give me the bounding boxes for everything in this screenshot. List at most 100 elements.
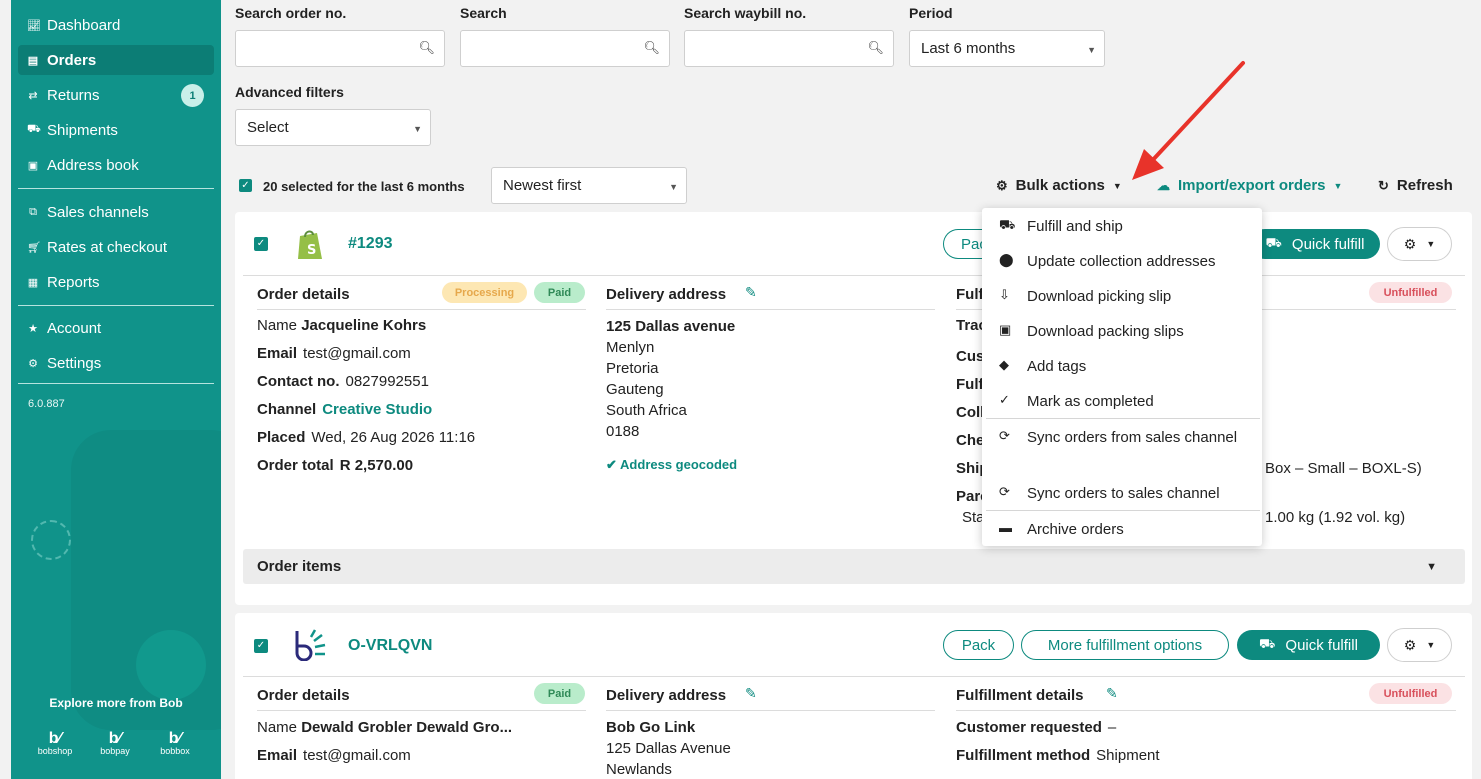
- order-settings-button[interactable]: ⚙ ▼: [1387, 628, 1452, 662]
- order-number[interactable]: #1293: [348, 235, 393, 253]
- period-value: Last 6 months: [921, 40, 1016, 57]
- field-label: Channel: [257, 401, 317, 418]
- fulfillment-details-heading: Fulf: [956, 286, 984, 303]
- fulfillment-field-label: Fulf: [956, 376, 984, 393]
- order-search-input[interactable]: 🔍︎: [235, 30, 445, 67]
- bulk-actions-button[interactable]: ⚙ Bulk actions ▼: [996, 177, 1122, 194]
- brand-label: bobpay: [100, 746, 130, 756]
- menu-item-label: Fulfill and ship: [1027, 218, 1123, 235]
- brand-links: b⁄ bobshop b⁄ bobpay b⁄ bobbox: [35, 731, 195, 757]
- order-checkbox[interactable]: ✓: [254, 639, 268, 653]
- order-settings-button[interactable]: ⚙ ▼: [1387, 227, 1452, 261]
- returns-count-badge: 1: [181, 84, 204, 107]
- sidebar-item-label: Returns: [47, 86, 100, 104]
- pack-button[interactable]: Pack: [943, 630, 1014, 660]
- bulk-actions-label: Bulk actions: [1015, 177, 1105, 194]
- advanced-filters-label: Advanced filters: [235, 84, 344, 100]
- quick-fulfill-button[interactable]: ⛟ Quick fulfill: [1250, 229, 1380, 259]
- menu-item-label: Mark as completed: [1027, 393, 1154, 410]
- address-line: Menlyn: [606, 339, 655, 356]
- sidebar-item-returns[interactable]: ⇄ Returns 1: [18, 80, 214, 110]
- bobpay-link[interactable]: b⁄ bobpay: [95, 731, 135, 757]
- order-total-row: Order total R 2,570.00: [257, 457, 419, 474]
- sidebar-item-label: Account: [47, 319, 102, 337]
- fulfillment-field-label: Cus: [956, 348, 985, 365]
- sidebar-item-label: Sales channels: [47, 203, 149, 221]
- order-number[interactable]: O-VRLQVN: [348, 637, 432, 655]
- geocoded-label: Address geocoded: [620, 457, 738, 472]
- caret-down-icon: ▼: [413, 124, 422, 134]
- menu-item-sync-from-sales-channel[interactable]: ⟳ Sync orders from sales channel: [982, 427, 1262, 448]
- sidebar-item-address-book[interactable]: ▣ Address book: [18, 150, 214, 180]
- more-fulfillment-options-button[interactable]: More fulfillment options: [1021, 630, 1229, 660]
- sidebar-item-orders[interactable]: ▤ Orders: [18, 45, 214, 75]
- customer-name-row: Name Dewald Grobler Dewald Gro...: [257, 719, 518, 736]
- sort-select[interactable]: Newest first ▼: [491, 167, 687, 204]
- order-search-label: Search order no.: [235, 5, 347, 21]
- edit-pencil-icon[interactable]: ✎: [745, 284, 757, 301]
- download-file-icon: ⇩: [999, 287, 1010, 302]
- field-label: Contact no.: [257, 373, 340, 390]
- customer-requested-value: –: [1107, 719, 1117, 736]
- channel-row: Channel Creative Studio: [257, 401, 432, 418]
- email-value: test@gmail.com: [303, 747, 411, 764]
- caret-down-icon: ▼: [1333, 180, 1343, 191]
- menu-item-update-collection-addresses[interactable]: ⬤ Update collection addresses: [982, 251, 1262, 272]
- menu-item-archive-orders[interactable]: ▬ Archive orders: [982, 519, 1262, 540]
- select-all-checkbox[interactable]: ✓: [239, 179, 252, 192]
- field-label: Order total: [257, 457, 334, 474]
- quick-fulfill-label: Quick fulfill: [1291, 235, 1365, 253]
- order-checkbox[interactable]: ✓: [254, 237, 268, 251]
- menu-item-download-packing-slips[interactable]: ▣ Download packing slips: [982, 321, 1262, 342]
- quick-fulfill-button[interactable]: ⛟ Quick fulfill: [1237, 630, 1380, 660]
- annotation-arrow-icon: [1132, 61, 1245, 180]
- menu-item-label: Download picking slip: [1027, 288, 1172, 305]
- menu-item-label: Archive orders: [1027, 521, 1124, 538]
- sidebar-item-settings[interactable]: ⚙ Settings: [18, 348, 214, 378]
- refresh-button[interactable]: ↻ Refresh: [1378, 177, 1453, 194]
- sidebar-item-shipments[interactable]: ⛟ Shipments: [18, 115, 214, 145]
- menu-item-label: Download packing slips: [1027, 323, 1184, 340]
- app-version: 6.0.887: [28, 398, 65, 410]
- sidebar-item-sales-channels[interactable]: ⧉ Sales channels: [18, 197, 214, 227]
- parcel-box-value: Box – Small – BOXL-S): [1265, 460, 1422, 477]
- field-label: Email: [257, 345, 298, 362]
- address-line: Bob Go Link: [606, 719, 696, 736]
- waybill-search-input[interactable]: 🔍︎: [684, 30, 894, 67]
- sidebar-item-label: Shipments: [47, 121, 118, 139]
- channel-link[interactable]: Creative Studio: [322, 401, 432, 418]
- sidebar-decoration: [31, 520, 71, 560]
- menu-item-sync-to-sales-channel[interactable]: ⟳ Sync orders to sales channel: [982, 483, 1262, 504]
- menu-item-add-tags[interactable]: ◆ Add tags: [982, 356, 1262, 377]
- edit-pencil-icon[interactable]: ✎: [745, 685, 757, 702]
- sync-icon: ⟳: [999, 428, 1010, 443]
- bobbox-link[interactable]: b⁄ bobbox: [155, 731, 195, 757]
- sidebar-item-reports[interactable]: ▦ Reports: [18, 267, 214, 297]
- search-input[interactable]: 🔍︎: [460, 30, 670, 67]
- status-badge-unfulfilled: Unfulfilled: [1369, 282, 1452, 303]
- menu-item-label: Add tags: [1027, 358, 1087, 375]
- order-card: ✓ O-VRLQVN Pack More fulfillment options…: [235, 613, 1472, 779]
- edit-pencil-icon[interactable]: ✎: [1106, 685, 1118, 702]
- order-items-toggle[interactable]: Order items ▼: [243, 549, 1465, 584]
- explore-heading: Explore more from Bob: [49, 696, 183, 710]
- menu-divider: [986, 418, 1260, 419]
- bobshop-link[interactable]: b⁄ bobshop: [35, 731, 75, 757]
- order-details-heading: Order details: [257, 687, 350, 704]
- search-label: Search: [460, 5, 507, 21]
- report-icon: ▦: [27, 276, 39, 289]
- sidebar-item-account[interactable]: ★ Account: [18, 313, 214, 343]
- advanced-filters-select[interactable]: Select ▼: [235, 109, 431, 146]
- pack-button[interactable]: Pac: [943, 229, 987, 259]
- fulfillment-field-label: Che: [956, 432, 985, 449]
- email-row: Email test@gmail.com: [257, 345, 411, 362]
- sidebar-item-rates-at-checkout[interactable]: 🛒︎ Rates at checkout: [18, 232, 214, 262]
- caret-down-icon: ▼: [1087, 45, 1096, 55]
- delivery-address: Bob Go Link 125 Dallas Avenue Newlands: [606, 717, 731, 779]
- menu-item-fulfill-and-ship[interactable]: ⛟ Fulfill and ship: [982, 216, 1262, 237]
- period-select[interactable]: Last 6 months ▼: [909, 30, 1105, 67]
- sidebar-item-dashboard[interactable]: 📈︎ Dashboard: [18, 10, 214, 40]
- field-label: Fulfillment method: [956, 747, 1091, 764]
- menu-item-mark-as-completed[interactable]: ✓ Mark as completed: [982, 391, 1262, 412]
- menu-item-download-picking-slip[interactable]: ⇩ Download picking slip: [982, 286, 1262, 307]
